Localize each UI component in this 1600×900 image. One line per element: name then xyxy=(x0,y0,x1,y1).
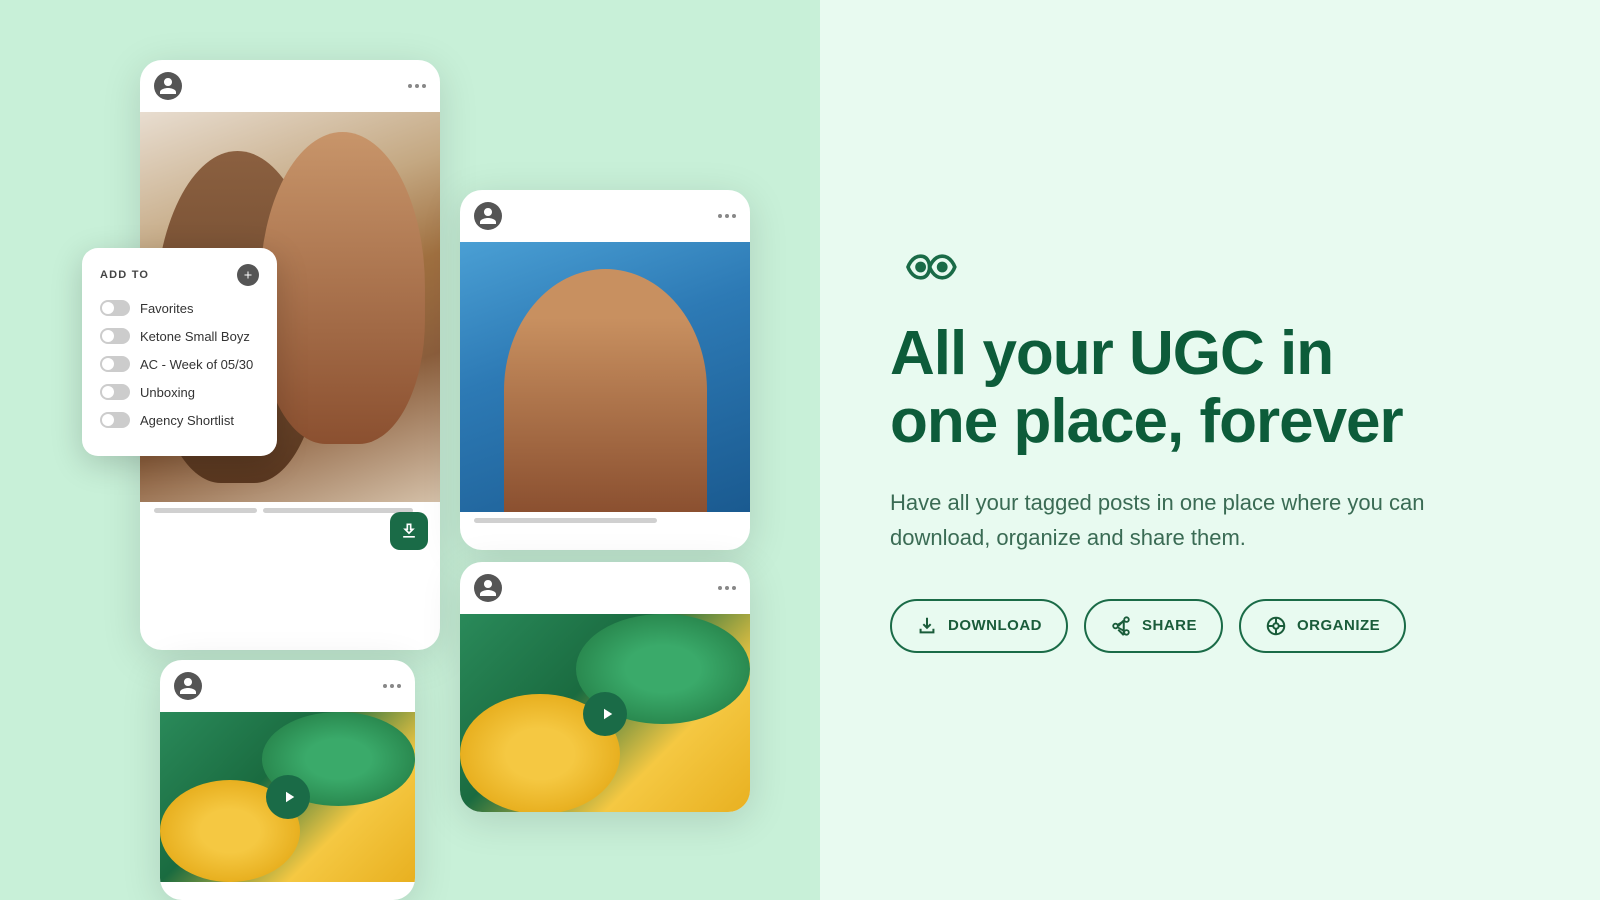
left-panel: ADD TO Favorites Ketone Small Boyz AC - … xyxy=(0,0,820,900)
card-image-tr xyxy=(460,242,750,512)
card-header-bl xyxy=(160,660,415,712)
main-heading: All your UGC in one place, forever xyxy=(890,320,1450,456)
organize-icon xyxy=(1265,615,1287,637)
share-button[interactable]: SHARE xyxy=(1084,599,1223,653)
add-to-dropdown: ADD TO Favorites Ketone Small Boyz AC - … xyxy=(82,248,277,456)
download-icon xyxy=(916,615,938,637)
toggle-row-agency: Agency Shortlist xyxy=(100,412,259,428)
card-image-br xyxy=(460,614,750,812)
add-to-plus-button[interactable] xyxy=(237,264,259,286)
share-icon xyxy=(1110,615,1132,637)
sub-text: Have all your tagged posts in one place … xyxy=(890,485,1450,555)
three-dots-bl[interactable] xyxy=(383,684,401,688)
cards-container: ADD TO Favorites Ketone Small Boyz AC - … xyxy=(30,20,790,880)
phone-card-top-right xyxy=(460,190,750,550)
card-header-br xyxy=(460,562,750,614)
play-button-bl[interactable] xyxy=(266,775,310,819)
toggle-ac[interactable] xyxy=(100,356,130,372)
toggle-favorites[interactable] xyxy=(100,300,130,316)
download-button[interactable]: DOWNLOAD xyxy=(890,599,1068,653)
avatar-bl xyxy=(174,672,202,700)
toggle-row-unboxing: Unboxing xyxy=(100,384,259,400)
card-header-tr xyxy=(460,190,750,242)
progress-row-tr xyxy=(460,512,750,533)
avatar-main xyxy=(154,72,182,100)
action-buttons: DOWNLOAD SHARE xyxy=(890,599,1450,653)
share-btn-label: SHARE xyxy=(1142,617,1197,634)
right-content: All your UGC in one place, forever Have … xyxy=(890,247,1450,653)
video-content-br xyxy=(460,614,750,812)
download-btn-label: DOWNLOAD xyxy=(948,617,1042,634)
brand-logo xyxy=(890,247,1450,292)
toggle-label-ketone: Ketone Small Boyz xyxy=(140,329,250,344)
organize-btn-label: ORGANIZE xyxy=(1297,617,1380,634)
toggle-label-agency: Agency Shortlist xyxy=(140,413,234,428)
three-dots-main[interactable] xyxy=(408,84,426,88)
toggle-label-ac: AC - Week of 05/30 xyxy=(140,357,253,372)
toggle-row-ketone: Ketone Small Boyz xyxy=(100,328,259,344)
toggle-agency[interactable] xyxy=(100,412,130,428)
three-dots-br[interactable] xyxy=(718,586,736,590)
infinity-logo-svg xyxy=(890,247,962,287)
toggle-row-ac: AC - Week of 05/30 xyxy=(100,356,259,372)
three-dots-tr[interactable] xyxy=(718,214,736,218)
video-content-bl xyxy=(160,712,415,882)
toggle-label-unboxing: Unboxing xyxy=(140,385,195,400)
toggle-ketone[interactable] xyxy=(100,328,130,344)
toggle-label-favorites: Favorites xyxy=(140,301,193,316)
toggle-row-favorites: Favorites xyxy=(100,300,259,316)
avatar-tr xyxy=(474,202,502,230)
woman-phone-photo xyxy=(460,242,750,512)
add-to-header: ADD TO xyxy=(100,264,259,286)
add-to-label: ADD TO xyxy=(100,269,149,281)
phone-card-bottom-right xyxy=(460,562,750,812)
play-button-br[interactable] xyxy=(583,692,627,736)
toggle-unboxing[interactable] xyxy=(100,384,130,400)
organize-button[interactable]: ORGANIZE xyxy=(1239,599,1406,653)
card-header-main xyxy=(140,60,440,112)
right-panel: All your UGC in one place, forever Have … xyxy=(820,0,1600,900)
card-image-bl xyxy=(160,712,415,882)
avatar-br xyxy=(474,574,502,602)
download-badge[interactable] xyxy=(390,512,428,550)
phone-card-bottom-left xyxy=(160,660,415,900)
